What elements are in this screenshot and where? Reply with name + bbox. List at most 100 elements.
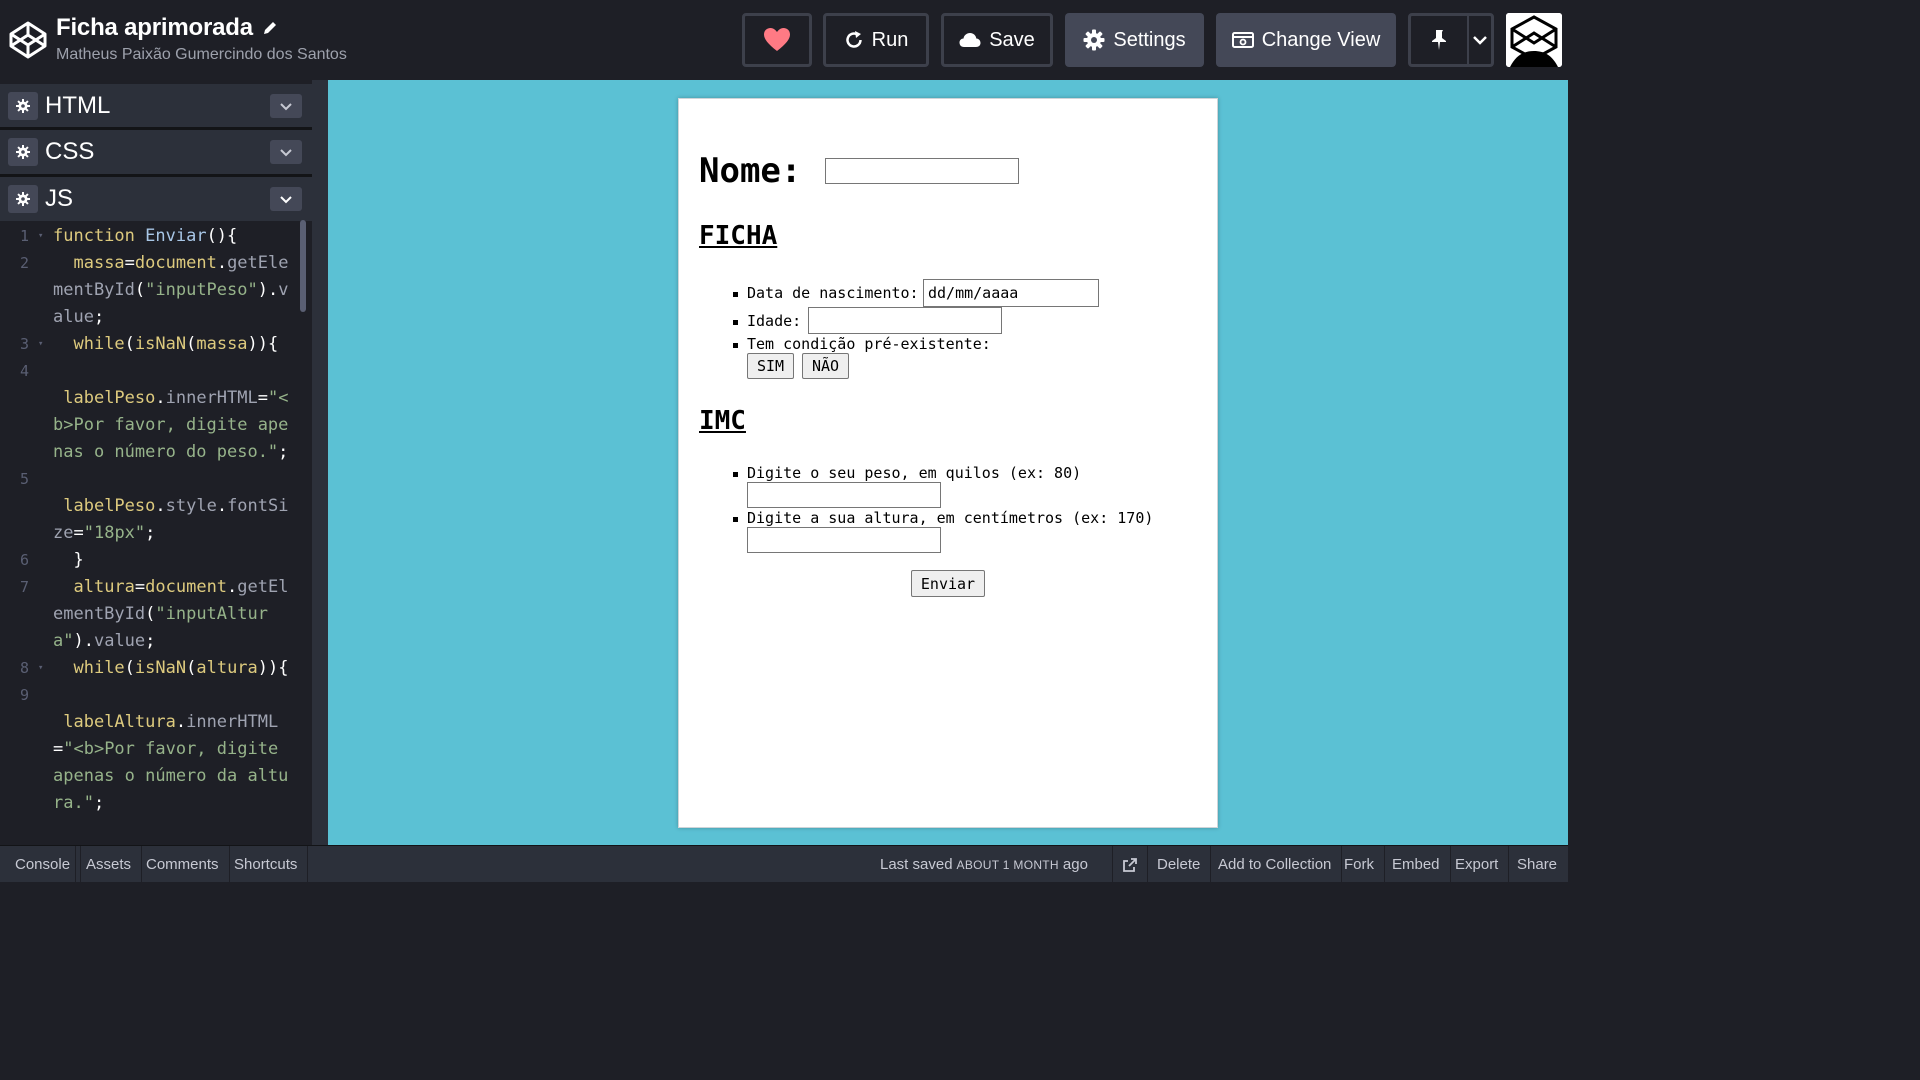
change-view-button[interactable]: Change View	[1216, 13, 1396, 67]
line-number: 2	[20, 254, 30, 272]
refresh-icon	[845, 31, 862, 48]
run-button[interactable]: Run	[823, 13, 929, 67]
user-avatar[interactable]	[1506, 13, 1562, 67]
css-panel-label: CSS	[45, 138, 95, 165]
code-line[interactable]: labelAltura.innerHTML="<b>Por favor, dig…	[0, 709, 300, 817]
external-link-icon	[1123, 857, 1137, 872]
console-button[interactable]: Console	[5, 846, 82, 883]
line-number: 9	[20, 686, 30, 704]
imc-heading: IMC	[699, 406, 746, 436]
pin-dropdown-button[interactable]	[1469, 16, 1491, 64]
codepen-logo-icon[interactable]	[8, 20, 48, 60]
code-line[interactable]: 4	[0, 358, 300, 385]
avatar-cube-icon	[1506, 13, 1562, 67]
code-line[interactable]: 5	[0, 466, 300, 493]
last-saved-prefix: Last saved	[880, 856, 953, 873]
line-number: 3 ▾	[0, 331, 44, 358]
age-input[interactable]	[808, 307, 1002, 334]
name-input[interactable]	[825, 158, 1020, 184]
submit-button[interactable]: Enviar	[911, 570, 985, 597]
add-to-collection-button[interactable]: Add to Collection	[1208, 846, 1343, 883]
line-number	[0, 385, 44, 466]
html-panel-label: HTML	[45, 92, 111, 119]
layout-icon	[1231, 32, 1254, 48]
list-bullet	[733, 517, 738, 522]
save-button[interactable]: Save	[941, 13, 1053, 67]
ficha-heading: FICHA	[699, 221, 778, 251]
birth-date-input[interactable]: dd/mm/aaaa	[923, 279, 1099, 307]
js-collapse-icon[interactable]	[270, 187, 302, 211]
code-line[interactable]: labelPeso.style.fontSize="18px";	[0, 493, 300, 547]
export-button[interactable]: Export	[1445, 846, 1510, 883]
resize-handle[interactable]	[312, 80, 328, 845]
line-number: 7	[20, 578, 30, 596]
html-editor-header[interactable]: HTML	[0, 84, 312, 128]
pin-button[interactable]	[1411, 16, 1469, 64]
embed-button[interactable]: Embed	[1382, 846, 1451, 883]
name-row: Nome:	[699, 151, 1020, 191]
code-line[interactable]: 3 ▾ while(isNaN(massa)){	[0, 331, 300, 358]
assets-button[interactable]: Assets	[75, 846, 143, 883]
line-number	[0, 493, 44, 547]
height-input[interactable]	[747, 527, 941, 553]
code-text: massa=document.getElementById("inputPeso…	[53, 253, 289, 327]
last-saved-time: ABOUT 1 MONTH	[956, 857, 1059, 872]
line-number: 8 ▾	[0, 655, 44, 682]
fold-arrow-icon[interactable]: ▾	[38, 655, 43, 682]
line-number: 6	[20, 551, 30, 569]
birth-label: Data de nascimento:	[747, 284, 919, 302]
js-editor-header[interactable]: JS	[0, 177, 312, 221]
pen-title[interactable]: Ficha aprimorada	[56, 14, 253, 42]
css-settings-icon[interactable]	[8, 138, 38, 166]
editor-scrollbar[interactable]	[300, 220, 306, 312]
condition-label: Tem condição pré-existente:	[747, 335, 991, 353]
weight-input[interactable]	[747, 482, 941, 508]
shortcuts-button[interactable]: Shortcuts	[224, 846, 309, 883]
code-line[interactable]: 6 }	[0, 547, 300, 574]
html-settings-icon[interactable]	[8, 92, 38, 120]
code-line[interactable]: 9	[0, 682, 300, 709]
yes-button[interactable]: SIM	[747, 353, 794, 379]
share-button[interactable]: Share	[1507, 846, 1567, 883]
list-bullet	[733, 472, 738, 477]
line-number	[0, 709, 44, 817]
comments-button[interactable]: Comments	[136, 846, 230, 883]
fold-arrow-icon[interactable]: ▾	[38, 331, 43, 358]
no-button[interactable]: NÃO	[802, 353, 849, 379]
fold-arrow-icon[interactable]: ▾	[38, 223, 43, 250]
pen-author[interactable]: Matheus Paixão Gumercindo dos Santos	[56, 46, 347, 64]
pencil-icon[interactable]	[261, 19, 279, 37]
css-editor-header[interactable]: CSS	[0, 130, 312, 174]
preview-pane: Nome: FICHA Data de nascimento: dd/mm/aa…	[328, 80, 1568, 845]
save-label: Save	[989, 28, 1035, 51]
code-text: }	[73, 550, 84, 570]
preview-page: Nome: FICHA Data de nascimento: dd/mm/aa…	[678, 98, 1218, 828]
editor-panel: HTML CSS JS 1 ▾ function Enviar(){2 massa=…	[0, 80, 312, 845]
code-line[interactable]: 7 altura=document.getElementById("inputA…	[0, 574, 300, 655]
code-text: labelPeso.innerHTML="<b>Por favor, digit…	[53, 388, 289, 462]
list-bullet	[733, 343, 738, 348]
code-line[interactable]: labelPeso.innerHTML="<b>Por favor, digit…	[0, 385, 300, 466]
code-line[interactable]: 2 massa=document.getElementById("inputPe…	[0, 250, 300, 331]
js-code-editor[interactable]: 1 ▾ function Enviar(){2 massa=document.get…	[0, 223, 300, 845]
change-view-label: Change View	[1261, 28, 1381, 51]
top-bar: Ficha aprimorada Matheus Paixão Gumercin…	[0, 0, 1568, 80]
love-button[interactable]	[742, 13, 812, 67]
weight-label: Digite o seu peso, em quilos (ex: 80)	[747, 464, 1082, 482]
js-panel-label: JS	[45, 185, 74, 212]
js-settings-icon[interactable]	[8, 185, 38, 213]
settings-button[interactable]: Settings	[1065, 13, 1204, 67]
code-line[interactable]: 8 ▾ while(isNaN(altura)){	[0, 655, 300, 682]
open-new-window-button[interactable]	[1112, 846, 1148, 883]
name-label: Nome:	[699, 151, 802, 191]
pen-title-block: Ficha aprimorada Matheus Paixão Gumercin…	[56, 14, 347, 64]
height-label: Digite a sua altura, em centímetros (ex:…	[747, 509, 1154, 527]
chevron-down-icon	[1473, 36, 1487, 45]
delete-button[interactable]: Delete	[1147, 846, 1212, 883]
code-text: labelPeso.style.fontSize="18px";	[53, 496, 289, 543]
fork-button[interactable]: Fork	[1334, 846, 1385, 883]
html-collapse-icon[interactable]	[270, 94, 302, 118]
css-collapse-icon[interactable]	[270, 140, 302, 164]
code-line[interactable]: 1 ▾ function Enviar(){	[0, 223, 300, 250]
